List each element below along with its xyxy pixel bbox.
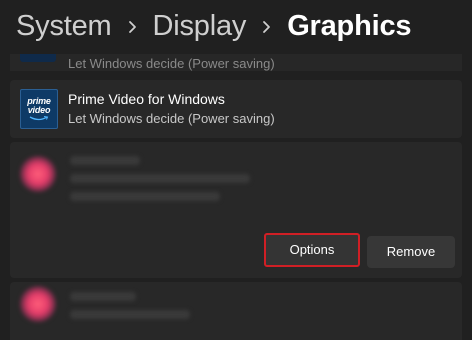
- blurred-app-path: [70, 310, 190, 319]
- app-preference-text: Let Windows decide (Power saving): [68, 111, 275, 126]
- breadcrumb-system[interactable]: System: [16, 10, 112, 43]
- prime-video-icon: prime video: [20, 89, 58, 129]
- app-name: Prime Video for Windows: [68, 91, 225, 107]
- smile-arrow-icon: [29, 116, 49, 121]
- app-list-item-partial[interactable]: Let Windows decide (Power saving): [10, 54, 462, 71]
- blurred-app-icon: [20, 156, 56, 192]
- breadcrumb: System Display Graphics: [16, 10, 412, 43]
- options-button[interactable]: Options: [264, 233, 360, 267]
- blurred-app-path: [70, 174, 250, 183]
- breadcrumb-display[interactable]: Display: [153, 10, 247, 43]
- blurred-app-preference: [70, 192, 220, 201]
- app-list-item-bottom[interactable]: [10, 282, 462, 340]
- app-icon: [20, 54, 56, 62]
- chevron-right-icon: [262, 20, 271, 34]
- remove-button[interactable]: Remove: [367, 236, 455, 268]
- icon-text-video: video: [27, 105, 51, 115]
- app-list-item-prime-video[interactable]: prime video Prime Video for Windows Let …: [10, 80, 462, 138]
- blurred-app-icon: [20, 286, 56, 322]
- blurred-app-name: [70, 292, 136, 301]
- blurred-app-name: [70, 156, 140, 165]
- app-preference-text: Let Windows decide (Power saving): [68, 56, 275, 71]
- chevron-right-icon: [128, 20, 137, 34]
- page-title: Graphics: [287, 10, 412, 42]
